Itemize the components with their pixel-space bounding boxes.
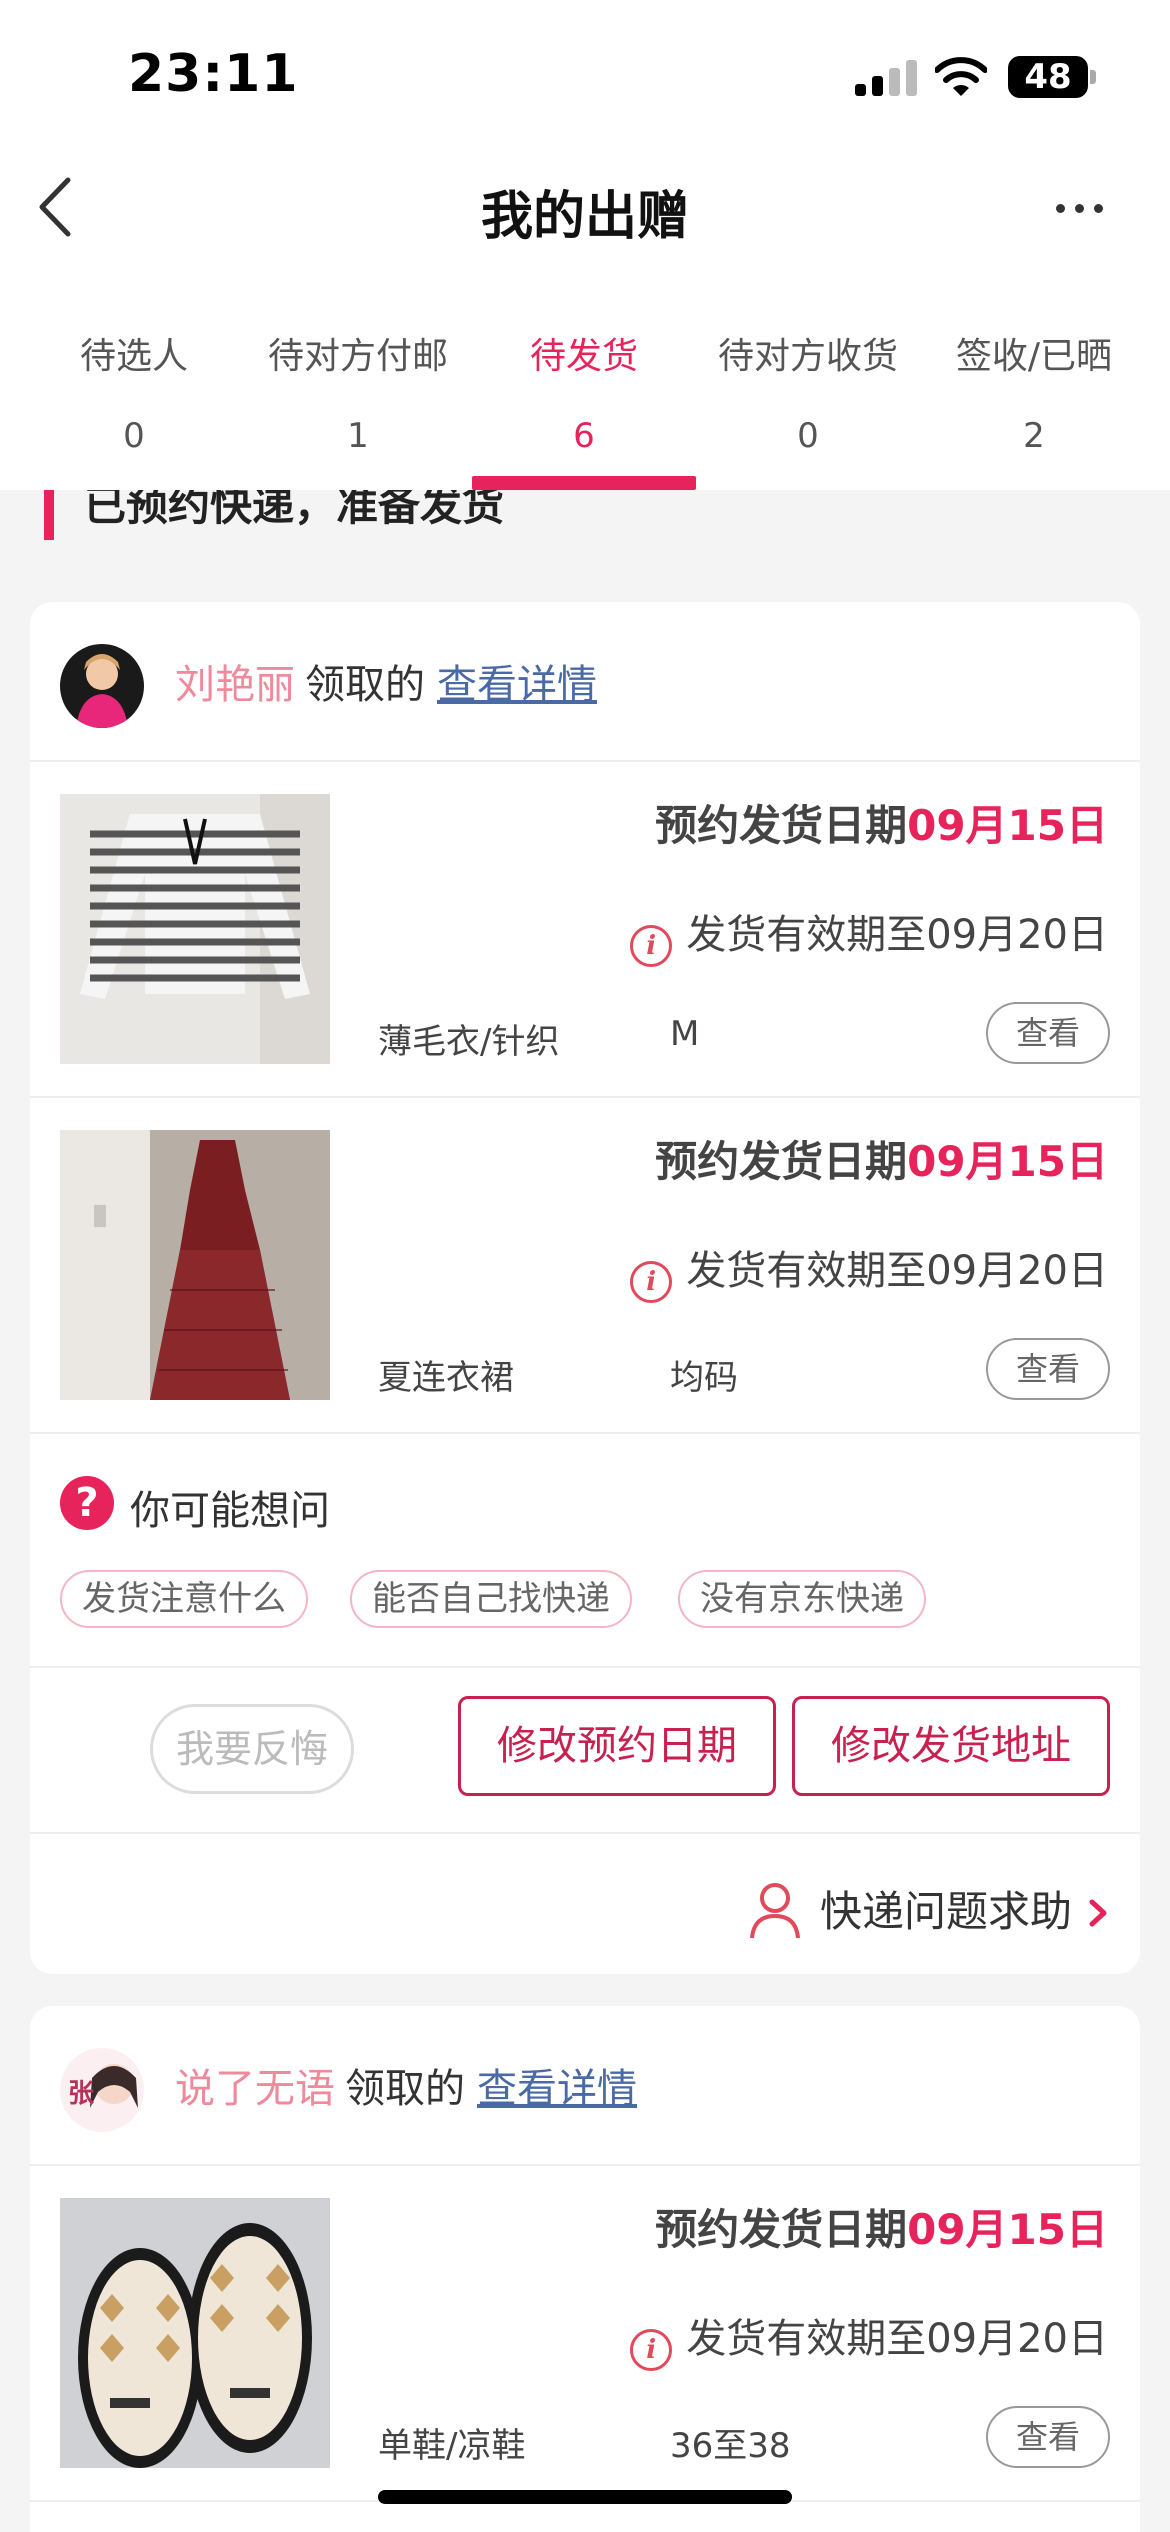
ship-date-value: 09月15日 bbox=[907, 1137, 1108, 1186]
tab-label: 待选人 bbox=[79, 336, 188, 377]
tab-label: 签收/已晒 bbox=[955, 336, 1113, 377]
claim-info: 说了无语 领取的 查看详情 bbox=[175, 2056, 637, 2114]
tab-count: 2 bbox=[1023, 416, 1045, 456]
tab-label: 待对方收货 bbox=[717, 336, 898, 377]
status-bar: 23:11 48 bbox=[0, 0, 1170, 150]
section-title-text: 已预约快递，准备发货 bbox=[84, 490, 505, 530]
ship-date: 预约发货日期09月15日 bbox=[655, 2196, 1108, 2257]
item-photo[interactable] bbox=[60, 2198, 330, 2468]
tab-count: 0 bbox=[797, 416, 819, 456]
ship-date-label: 预约发货日期 bbox=[655, 801, 908, 850]
claimed-label: 领取的 bbox=[305, 662, 425, 708]
courier-help-row[interactable]: 快递问题求助 bbox=[30, 1834, 1140, 1974]
avatar[interactable]: 张 bbox=[60, 2048, 144, 2132]
card-header: 张 说了无语 领取的 查看详情 bbox=[30, 2006, 1140, 2166]
tab-pending-shipment[interactable]: 待发货 6 bbox=[472, 332, 696, 456]
status-time: 23:11 bbox=[128, 44, 299, 104]
item-category: 单鞋/凉鞋 bbox=[378, 2426, 526, 2466]
view-button[interactable]: 查看 bbox=[986, 1002, 1110, 1064]
home-indicator bbox=[378, 2490, 792, 2504]
claimed-label: 领取的 bbox=[345, 2066, 465, 2112]
donation-card: 张 说了无语 领取的 查看详情 预约发货日期09月15日 i 发货有效期至09月20日… bbox=[30, 2006, 1140, 2532]
info-icon: i bbox=[630, 1261, 673, 1303]
battery-tip bbox=[1090, 70, 1096, 84]
item-photo[interactable] bbox=[60, 1130, 330, 1400]
item-category: 薄毛衣/针织 bbox=[378, 1022, 560, 1062]
donation-item: 预约发货日期09月15日 i 发货有效期至09月20日 单鞋/凉鞋 36至38 查… bbox=[30, 2166, 1140, 2502]
tab-label: 待对方付邮 bbox=[267, 336, 448, 377]
tab-count: 1 bbox=[347, 416, 369, 456]
page-title: 我的出赠 bbox=[480, 187, 689, 247]
item-size: M bbox=[670, 1014, 700, 1054]
ship-date: 预约发货日期09月15日 bbox=[655, 792, 1108, 853]
modify-address-button[interactable]: 修改发货地址 bbox=[792, 1696, 1110, 1796]
tab-received[interactable]: 签收/已晒 2 bbox=[922, 332, 1146, 456]
tab-pending-postage[interactable]: 待对方付邮 1 bbox=[246, 332, 470, 456]
tab-count: 6 bbox=[573, 416, 595, 456]
action-bar: 我要反悔 修改预约日期 修改发货地址 bbox=[30, 1668, 1140, 1834]
faq-chip[interactable]: 没有京东快递 bbox=[678, 1570, 926, 1628]
cellular-signal-icon bbox=[855, 60, 919, 96]
shipping-validity-text: 发货有效期至09月20日 bbox=[686, 1248, 1108, 1294]
ship-date-label: 预约发货日期 bbox=[655, 2205, 908, 2254]
shipping-validity-text: 发货有效期至09月20日 bbox=[686, 2316, 1108, 2362]
more-icon[interactable] bbox=[1050, 192, 1110, 222]
battery-icon: 48 bbox=[1008, 56, 1088, 98]
receiver-name[interactable]: 说了无语 bbox=[175, 2066, 335, 2112]
shipping-validity-text: 发货有效期至09月20日 bbox=[686, 912, 1108, 958]
item-category: 夏连衣裙 bbox=[378, 1358, 514, 1398]
avatar[interactable] bbox=[60, 644, 144, 728]
faq-title: 你可能想问 bbox=[130, 1488, 330, 1534]
question-icon: ? bbox=[60, 1476, 114, 1530]
tab-count: 0 bbox=[123, 416, 145, 456]
card-header: 刘艳丽 领取的 查看详情 bbox=[30, 602, 1140, 762]
svg-text:张: 张 bbox=[68, 2079, 95, 2109]
shipping-validity: i 发货有效期至09月20日 bbox=[630, 1238, 1108, 1303]
faq-chip[interactable]: 能否自己找快递 bbox=[350, 1570, 632, 1628]
chevron-right-icon bbox=[1089, 1899, 1107, 1927]
view-details-link[interactable]: 查看详情 bbox=[477, 2066, 637, 2112]
active-tab-indicator bbox=[472, 476, 696, 490]
item-size: 均码 bbox=[670, 1358, 738, 1398]
tab-pending-select[interactable]: 待选人 0 bbox=[22, 332, 246, 456]
section-title: 已预约快递，准备发货 bbox=[44, 490, 1144, 540]
tab-pending-receipt[interactable]: 待对方收货 0 bbox=[696, 332, 920, 456]
shipping-validity: i 发货有效期至09月20日 bbox=[630, 2306, 1108, 2371]
claim-info: 刘艳丽 领取的 查看详情 bbox=[175, 652, 597, 710]
info-icon: i bbox=[630, 2329, 673, 2371]
info-icon: i bbox=[630, 925, 673, 967]
ship-date: 预约发货日期09月15日 bbox=[655, 1128, 1108, 1189]
view-button[interactable]: 查看 bbox=[986, 2406, 1110, 2468]
faq-section: ? 你可能想问 发货注意什么 能否自己找快递 没有京东快递 bbox=[30, 1434, 1140, 1668]
view-button[interactable]: 查看 bbox=[986, 1338, 1110, 1400]
nav-bar: 我的出赠 bbox=[0, 150, 1170, 270]
donation-card: 刘艳丽 领取的 查看详情 预约发货日期09月15日 i 发货有效期至09月20日 薄毛… bbox=[30, 602, 1140, 1974]
wifi-icon bbox=[935, 57, 987, 96]
ship-date-value: 09月15日 bbox=[907, 2205, 1108, 2254]
view-details-link[interactable]: 查看详情 bbox=[437, 662, 597, 708]
faq-chip[interactable]: 发货注意什么 bbox=[60, 1570, 308, 1628]
ship-date-value: 09月15日 bbox=[907, 801, 1108, 850]
donation-item: 预约发货日期09月15日 i 发货有效期至09月20日 夏连衣裙 均码 查看 bbox=[30, 1098, 1140, 1434]
courier-help-label: 快递问题求助 bbox=[819, 1887, 1072, 1936]
status-tabs: 待选人 0 待对方付邮 1 待发货 6 待对方收货 0 签收/已晒 2 bbox=[0, 270, 1170, 490]
section-title-bar bbox=[44, 490, 54, 540]
receiver-name[interactable]: 刘艳丽 bbox=[175, 662, 295, 708]
courier-help[interactable]: 快递问题求助 bbox=[748, 1878, 1112, 1940]
donation-item: 预约发货日期09月15日 i 发货有效期至09月20日 薄毛衣/针织 M 查看 bbox=[30, 762, 1140, 1098]
regret-button[interactable]: 我要反悔 bbox=[150, 1704, 354, 1794]
tab-label: 待发货 bbox=[529, 336, 638, 377]
ship-date-label: 预约发货日期 bbox=[655, 1137, 908, 1186]
item-photo[interactable] bbox=[60, 794, 330, 1064]
modify-date-button[interactable]: 修改预约日期 bbox=[458, 1696, 776, 1796]
item-size: 36至38 bbox=[670, 2426, 791, 2466]
shipping-validity: i 发货有效期至09月20日 bbox=[630, 902, 1108, 967]
person-icon bbox=[749, 1883, 800, 1939]
